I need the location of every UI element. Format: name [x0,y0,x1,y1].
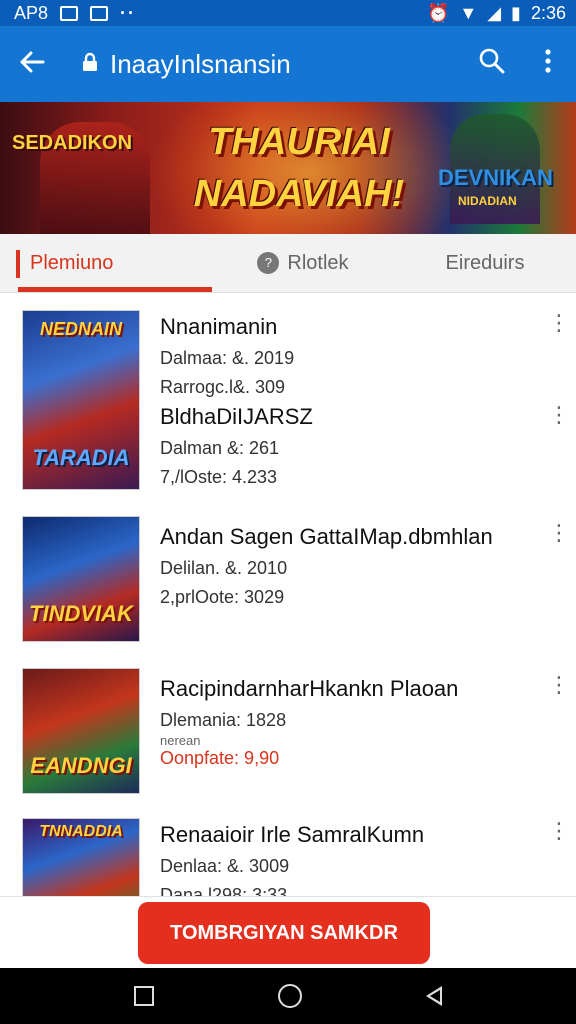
list-item[interactable]: TINDVIAK Andan Sagen GattaIMap.dbmhlan D… [0,502,576,662]
more-vert-icon[interactable]: ⋮ [548,404,570,426]
banner-right-subtext: NIDADIAN [458,194,517,208]
cover-image[interactable]: EANDNGI [22,668,140,794]
more-vert-icon[interactable] [520,48,576,81]
banner-right-text: DEVNIKAN [438,165,553,190]
more-notifications-icon: ·· [120,2,137,23]
item-line: 2,prlOote: 3029 [160,587,285,607]
item-title: Renaaioir Irle SamralKumn [160,822,425,847]
item-line: nerean [160,733,201,748]
item-line: 7,/lOste: 4.233 [160,467,278,487]
tab-rlotlek[interactable]: ? Rlotlek [212,234,394,292]
cover-title-bottom: EANDNGI [30,753,132,778]
item-line: Denlaa: &. 3009 [160,856,290,876]
banner-headline: THAURIAI NADAVIAH! [184,116,414,220]
clock: 2:36 [530,2,566,23]
image-icon [60,5,79,21]
lock-icon [82,52,98,77]
banner-headline-line2: NADAVIAH! [193,173,405,215]
item-line-highlight: Oonpfate: 9,90 [160,748,280,768]
cover-image[interactable]: TINDVIAK [22,516,140,642]
alarm-icon: ⏰ [426,2,450,23]
battery-icon: ▮ [511,2,521,23]
list-item[interactable]: TNNADDIA Renaaioir Irle SamralKumn Denla… [0,812,576,896]
item-title: BldhaDiIJARSZ [160,404,313,429]
item-line: Rarrogc.l&. 309 [160,377,286,397]
more-vert-icon[interactable]: ⋮ [548,522,570,544]
tab-plemiuno[interactable]: Plemiuno [0,234,212,292]
item-entry[interactable]: Nnanimanin Dalmaa: &. 2019 Rarrogc.l&. 3… [160,314,294,398]
primary-action-button[interactable]: TOMBRGIYAN SAMKDR [138,902,430,964]
more-vert-icon[interactable]: ⋮ [548,312,570,334]
cover-title-bottom: TARADIA [32,445,130,470]
recents-icon[interactable] [134,986,154,1006]
status-bar: AP8 ·· ⏰ ▼ ◢ ▮ 2:36 [0,0,576,26]
app-bar: InaayInlsnansin [0,26,576,102]
tab-label: Plemiuno [30,251,114,274]
system-nav-bar [0,968,576,1024]
item-entry[interactable]: Renaaioir Irle SamralKumn Denlaa: &. 300… [160,822,424,896]
tab-eireduirs[interactable]: Eireduirs [394,234,576,292]
cover-image[interactable]: TNNADDIA [22,818,140,896]
back-arrow-icon[interactable] [0,47,64,81]
tab-label: Rlotlek [287,251,349,274]
banner-headline-line1: THAURIAI [208,121,390,163]
back-icon[interactable] [426,986,442,1006]
banner-left-text: SEDADIKON [12,132,133,154]
chat-icon: ? [257,252,280,274]
item-line: Dalman &: 261 [160,438,280,458]
item-entry[interactable]: Andan Sagen GattaIMap.dbmhlan Delilan. &… [160,524,493,608]
item-entry[interactable]: RacipindarnharHkankn Plaoan Dlemania: 18… [160,676,458,769]
item-line: Delilan. &. 2010 [160,558,288,578]
tab-label: Eireduirs [445,251,525,274]
message-icon [90,5,109,21]
cover-title-top: NEDNAIN [39,319,122,339]
cover-image[interactable]: NEDNAIN TARADIA [22,310,140,490]
cover-title-bottom: TINDVIAK [29,601,133,626]
list-item[interactable]: EANDNGI RacipindarnharHkankn Plaoan Dlem… [0,662,576,812]
more-vert-icon[interactable]: ⋮ [548,674,570,696]
item-line: Dlemania: 1828 [160,710,287,730]
item-title: RacipindarnharHkankn Plaoan [160,676,459,701]
wifi-icon: ▼ [459,2,478,23]
carrier-label: AP8 [14,2,49,23]
item-title: Nnanimanin [160,314,278,339]
signal-icon: ◢ [487,2,502,23]
cover-title-top: TNNADDIA [39,823,123,840]
page-title: InaayInlsnansin [110,48,291,79]
item-line: Dana l298: 3:33 [160,885,288,896]
content-list[interactable]: NEDNAIN TARADIA Nnanimanin Dalmaa: &. 20… [0,292,576,896]
item-title: Andan Sagen GattaIMap.dbmhlan [160,524,493,549]
more-vert-icon[interactable]: ⋮ [548,820,570,842]
list-item[interactable]: NEDNAIN TARADIA Nnanimanin Dalmaa: &. 20… [0,292,576,502]
promo-banner[interactable]: SEDADIKON THAURIAI NADAVIAH! DEVNIKAN NI… [0,102,576,234]
item-line: Dalmaa: &. 2019 [160,348,295,368]
tab-bar: Plemiuno ? Rlotlek Eireduirs [0,234,576,293]
home-icon[interactable] [278,984,302,1008]
search-icon[interactable] [464,48,520,81]
item-entry[interactable]: BldhaDiIJARSZ Dalman &: 261 7,/lOste: 4.… [160,404,313,488]
